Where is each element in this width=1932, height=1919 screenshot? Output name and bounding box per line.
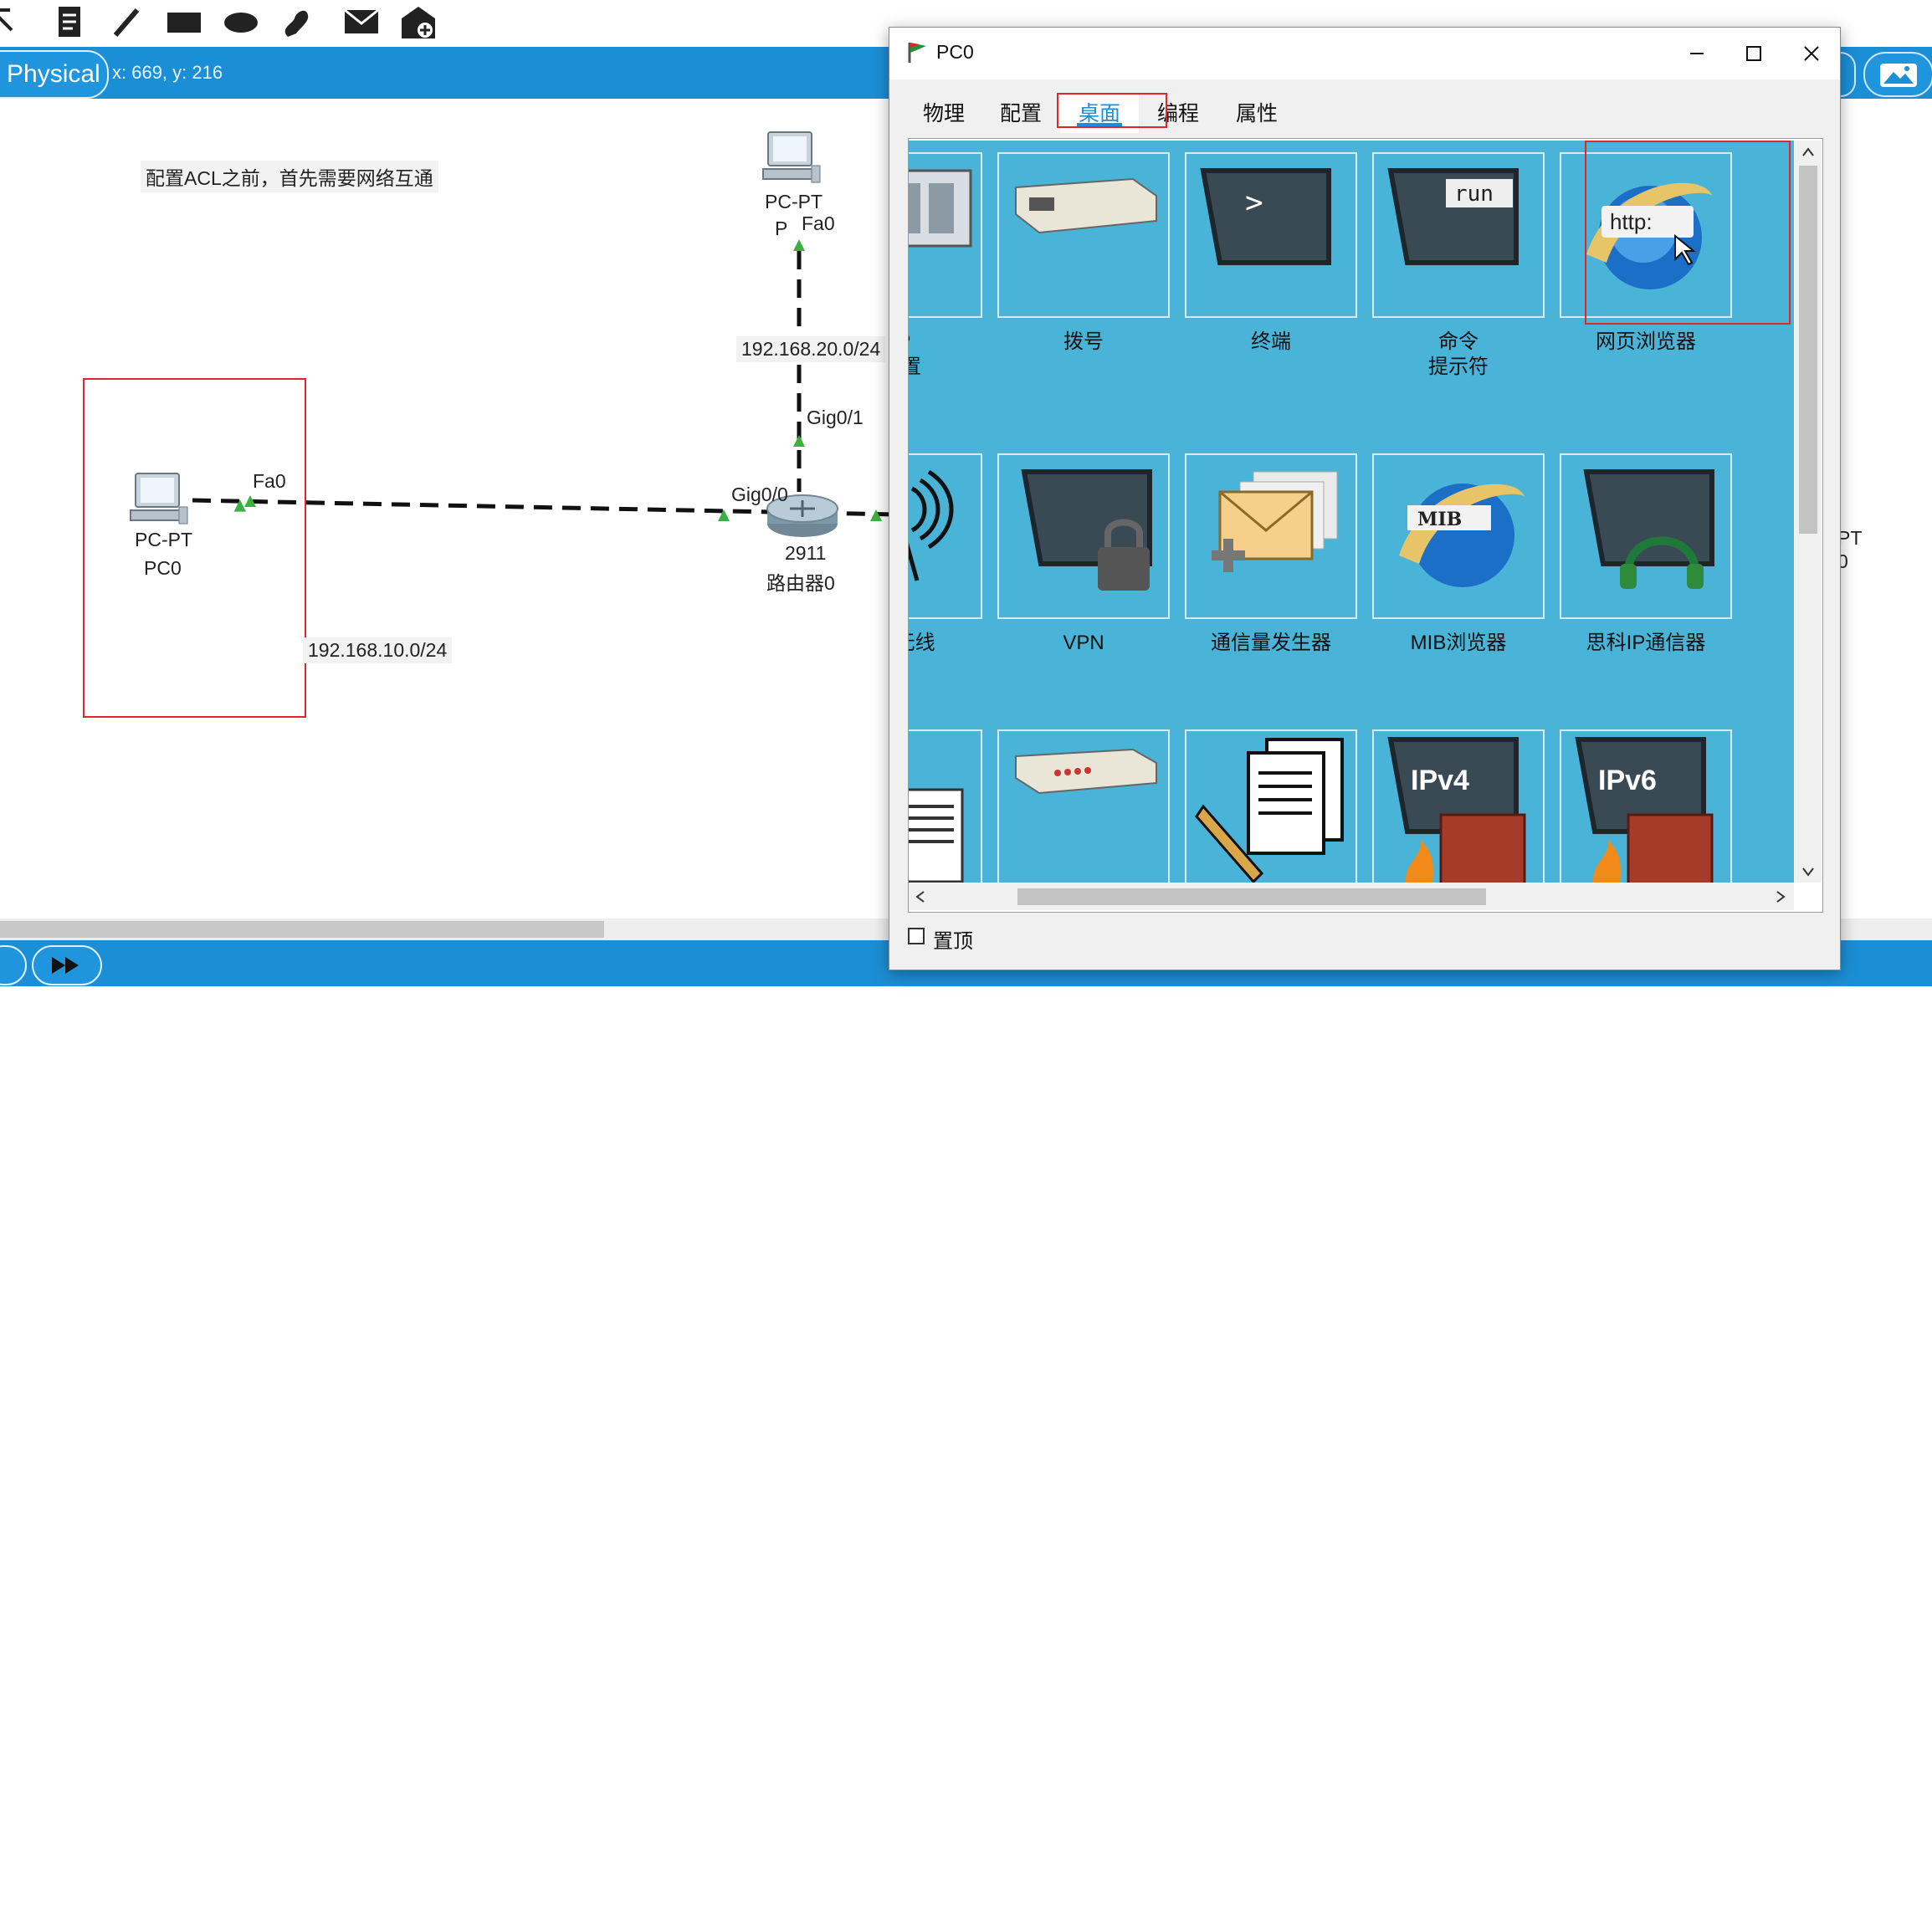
ipv6-firewall-icon: IPv6 (1575, 737, 1714, 883)
traffic-generator-icon (1212, 471, 1338, 572)
tab-physical[interactable]: 物理 (906, 95, 981, 133)
dialog-title: PC0 (936, 41, 974, 63)
icon-text-ipv6: IPv6 (1598, 765, 1657, 796)
pc0-type-label: PC-PT (135, 529, 192, 550)
select-tool-icon[interactable] (0, 3, 25, 42)
app-label: IP 配置 (909, 330, 921, 378)
highlight-box-desktop-tab (1057, 93, 1167, 128)
cursor-coordinates: x: 669, y: 216 (112, 62, 223, 83)
note-tool-icon[interactable] (50, 3, 90, 42)
network-label-left: 192.168.10.0/24 (303, 637, 453, 663)
app-label: VPN (1063, 632, 1104, 654)
router-gig00-label: Gig0/0 (731, 484, 788, 505)
app-label: 拨号 (1063, 330, 1104, 353)
ip-config-icon (909, 169, 972, 248)
desktop-vertical-scrollbar[interactable] (1795, 141, 1822, 883)
maximize-icon[interactable] (1729, 34, 1779, 73)
cisco-ip-communicator-icon (1583, 469, 1714, 589)
router-model-label: 2911 (785, 542, 827, 564)
physical-mode-button[interactable]: Physical (0, 50, 109, 99)
network-note[interactable]: 配置ACL之前，首先需要网络互通 (141, 161, 438, 192)
link-status-gig01 (793, 435, 805, 447)
physical-view-button[interactable] (1863, 52, 1932, 97)
draw-ellipse-icon[interactable] (221, 3, 261, 42)
pc0-dialog: PC0 物理 配置 桌面 编程 属性 IP 配置 拨号 > 终端 (889, 27, 1841, 970)
highlight-box-pc0 (83, 378, 306, 718)
pc-top-port-label: Fa0 (802, 212, 835, 234)
tab-attributes[interactable]: 属性 (1217, 95, 1296, 133)
add-complex-pdu-icon[interactable] (398, 3, 438, 42)
dialup-modem-icon (1015, 177, 1157, 234)
right-device-type-label: PT (1837, 527, 1863, 549)
scrollbar-thumb[interactable] (1017, 888, 1486, 905)
close-icon[interactable] (1786, 34, 1837, 73)
scrollbar-thumb[interactable] (1799, 166, 1817, 534)
desktop-panel: IP 配置 拨号 > 终端 run 命令 提示符 http: 网页浏览器 PC无… (908, 138, 1823, 913)
fast-forward-icon (52, 957, 79, 974)
add-simple-pdu-icon[interactable] (341, 3, 382, 42)
app-label: 通信量发生器 (1211, 632, 1331, 654)
fast-forward-button[interactable] (32, 945, 102, 985)
router-name-label: 路由器0 (766, 572, 835, 594)
pc-wireless-icon (909, 469, 954, 581)
vpn-lock-icon (1021, 469, 1152, 591)
landscape-icon (1880, 64, 1917, 87)
draw-rectangle-icon[interactable] (164, 3, 204, 42)
scrollbar-thumb[interactable] (0, 921, 604, 938)
network-label-top: 192.168.20.0/24 (736, 336, 886, 362)
scroll-left-icon[interactable] (914, 890, 927, 903)
pc-top-type-label: PC-PT (765, 191, 823, 212)
link-status-fa0-pc-top (793, 239, 805, 251)
terminal-icon: > (1200, 168, 1331, 265)
app-label: MIB浏览器 (1410, 632, 1507, 654)
router-gig01-label: Gig0/1 (807, 407, 864, 428)
minimize-icon[interactable] (1672, 34, 1722, 73)
app-label: 命令 提示符 (1428, 330, 1489, 378)
svg-text:>: > (1245, 186, 1263, 220)
desktop-horizontal-scrollbar[interactable] (909, 883, 1794, 910)
always-on-top-label: 置顶 (933, 930, 973, 953)
packet-tracer-icon (908, 43, 926, 63)
dialog-titlebar[interactable]: PC0 (889, 28, 1840, 79)
play-button[interactable] (0, 945, 27, 985)
email-icon (909, 788, 964, 883)
app-label: 终端 (1251, 330, 1291, 353)
desktop-app-grid: IP 配置 拨号 > 终端 run 命令 提示符 http: 网页浏览器 PC无… (909, 141, 1794, 883)
scroll-down-icon[interactable] (1800, 865, 1817, 878)
pc-device-icon[interactable] (127, 470, 194, 529)
highlight-box-web-browser (1585, 141, 1791, 325)
draw-line-icon[interactable] (107, 3, 147, 42)
pppoe-dialer-icon (1015, 748, 1157, 795)
pc0-name-label: PC0 (144, 557, 182, 579)
icon-text-ipv4: IPv4 (1411, 765, 1469, 796)
tab-config[interactable]: 配置 (981, 95, 1060, 133)
icon-text-mib: MIB (1417, 509, 1462, 530)
pc0-port-label: Fa0 (253, 470, 286, 492)
freeform-icon[interactable] (276, 3, 316, 42)
mib-browser-icon: MIB (1399, 484, 1525, 587)
app-label: PC无线 (909, 632, 935, 654)
text-editor-icon (1195, 738, 1344, 883)
mode-bar-button-partial[interactable] (1841, 52, 1856, 97)
scroll-right-icon[interactable] (1774, 890, 1787, 903)
app-label: 网页浏览器 (1596, 330, 1696, 353)
icon-text-run: run (1454, 182, 1494, 207)
always-on-top-checkbox[interactable] (908, 928, 925, 944)
command-prompt-icon: run (1387, 168, 1519, 265)
watermark: CSDN @温柔和明月 (1778, 1904, 1901, 1918)
pc-device-icon[interactable] (760, 129, 827, 187)
app-label: 思科IP通信器 (1586, 632, 1706, 654)
ipv4-firewall-icon: IPv4 (1387, 737, 1526, 883)
pc-top-name-label: P (775, 217, 788, 239)
scroll-up-icon[interactable] (1800, 146, 1817, 159)
